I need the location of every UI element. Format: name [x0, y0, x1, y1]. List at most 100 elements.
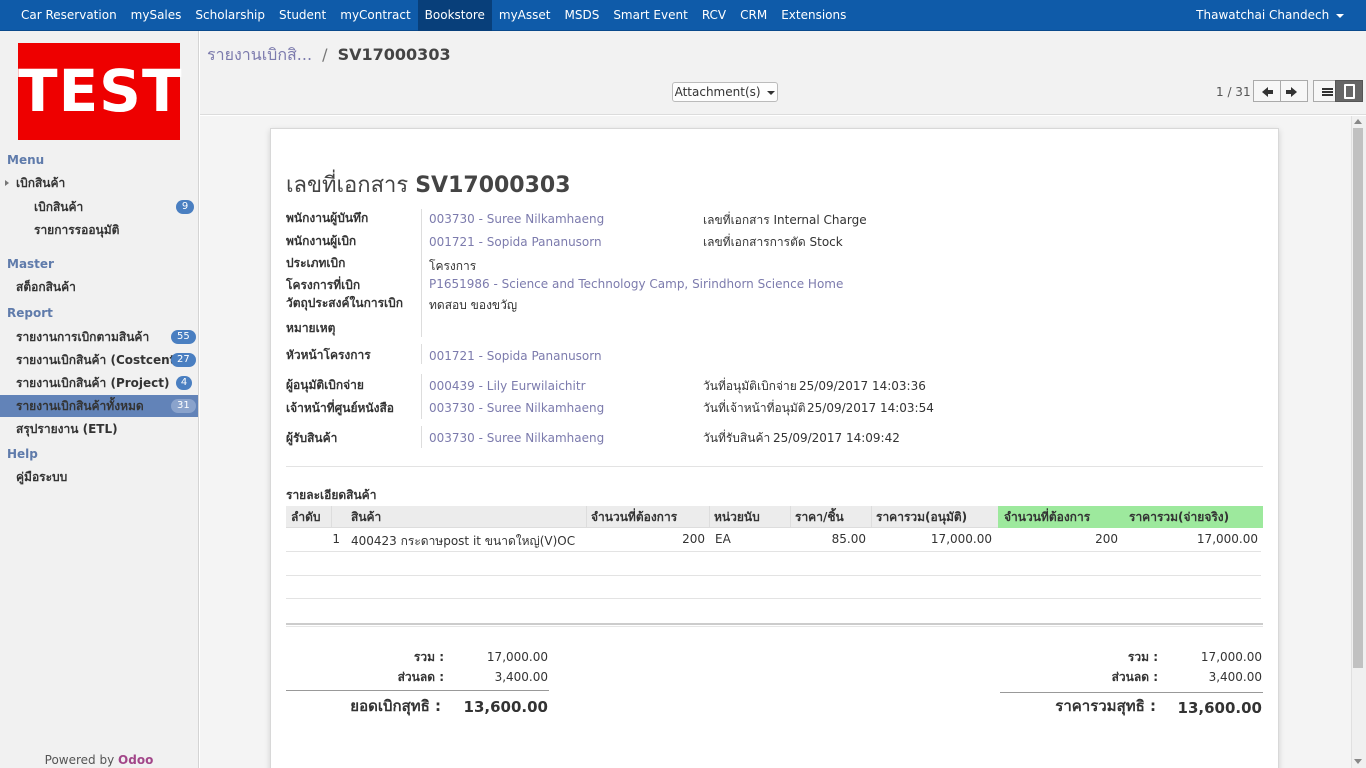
chevron-down-icon — [767, 90, 776, 95]
scroll-down-icon[interactable] — [1354, 759, 1362, 764]
column-divider — [586, 506, 587, 528]
logo-text: TEST — [18, 57, 183, 125]
column-header-total-approved[interactable]: ราคารวม(อนุมัติ) — [876, 506, 967, 528]
user-menu[interactable]: Thawatchai Chandech — [1196, 0, 1344, 31]
menu-student[interactable]: Student — [272, 0, 333, 31]
sidebar-item-stock[interactable]: สต็อกสินค้า — [0, 276, 198, 298]
field-divider — [421, 209, 422, 337]
approve-date-value: 25/09/2017 14:03:36 — [799, 379, 926, 393]
cell-qty: 200 — [682, 532, 705, 546]
receiver-label: ผู้รับสินค้า — [286, 431, 338, 445]
menu-smart-event[interactable]: Smart Event — [606, 0, 695, 31]
column-divider — [790, 506, 791, 528]
sidebar-item-report-all[interactable]: รายงานเบิกสินค้าทั้งหมด 31 — [0, 395, 198, 417]
cell-product: 400423 กระดาษpost it ขนาดใหญ่(V)OC — [351, 534, 576, 548]
attachments-dropdown[interactable]: Attachment(s) — [672, 82, 778, 102]
pager-next-button[interactable] — [1280, 80, 1308, 102]
sidebar-item-label: คู่มือระบบ — [16, 470, 68, 484]
menu-rcv[interactable]: RCV — [695, 0, 733, 31]
column-divider — [331, 506, 332, 528]
menu-mysales[interactable]: mySales — [124, 0, 189, 31]
requester-label: พนักงานผู้เบิก — [286, 234, 357, 248]
stock-doc-label: เลขที่เอกสารการตัด Stock — [703, 235, 843, 249]
recorder-link[interactable]: 003730 - Suree Nilkamhaeng — [429, 212, 604, 226]
menu-mycontract[interactable]: myContract — [333, 0, 417, 31]
menu-msds[interactable]: MSDS — [557, 0, 606, 31]
net-label: ยอดเบิกสุทธิ : — [350, 697, 441, 715]
sidebar-header-help: Help — [7, 447, 38, 461]
sum-label: รวม : — [413, 650, 444, 664]
menu-extensions[interactable]: Extensions — [774, 0, 853, 31]
sidebar-item-label: เบิกสินค้า — [16, 176, 66, 190]
net-actual-value: 13,600.00 — [1177, 699, 1262, 717]
column-header-qty[interactable]: จำนวนที่ต้องการ — [591, 506, 677, 528]
field-divider — [421, 374, 422, 419]
column-header-product[interactable]: สินค้า — [351, 506, 381, 528]
odoo-link[interactable]: Odoo — [118, 753, 153, 767]
section-divider — [286, 466, 1263, 467]
scrollbar-thumb[interactable] — [1353, 128, 1363, 668]
purpose-label: วัตถุประสงค์ในการเบิก — [286, 296, 404, 310]
user-name: Thawatchai Chandech — [1196, 8, 1330, 22]
lines-title: รายละเอียดสินค้า — [286, 488, 377, 502]
breadcrumb-separator: / — [322, 45, 328, 64]
count-badge: 31 — [171, 399, 196, 413]
menu-bookstore[interactable]: Bookstore — [417, 0, 492, 31]
column-header-seq[interactable]: ลำดับ — [291, 506, 321, 528]
column-header-price[interactable]: ราคา/ชิ้น — [795, 506, 844, 528]
net-actual-label: ราคารวมสุทธิ : — [1055, 697, 1156, 715]
company-logo[interactable]: TEST — [18, 43, 183, 140]
officer-label: เจ้าหน้าที่ศูนย์หนังสือ — [286, 401, 394, 415]
column-header-total-actual[interactable]: ราคารวม(จ่ายจริง) — [1129, 506, 1229, 528]
menu-myasset[interactable]: myAsset — [492, 0, 558, 31]
internal-charge-label: เลขที่เอกสาร Internal Charge — [703, 213, 867, 227]
project-link[interactable]: P1651986 - Science and Technology Camp, … — [429, 277, 843, 291]
approver-label: ผู้อนุมัติเบิกจ่าย — [286, 378, 364, 392]
column-header-uom[interactable]: หน่วยนับ — [714, 506, 760, 528]
cell-qty-actual: 200 — [1095, 532, 1118, 546]
row-divider — [286, 551, 1261, 552]
summary-divider — [1000, 692, 1263, 693]
note-label: หมายเหตุ — [286, 321, 336, 335]
sidebar-item-label: รายงานเบิกสินค้า (Costcenter) — [16, 353, 195, 367]
pager-previous-button[interactable] — [1253, 80, 1281, 102]
page-title: เลขที่เอกสาร SV17000303 — [286, 167, 571, 202]
sidebar: TEST Menu เบิกสินค้า เบิกสินค้า 9 รายการ… — [0, 31, 199, 768]
menu-scholarship[interactable]: Scholarship — [188, 0, 272, 31]
breadcrumb-parent[interactable]: รายงานเบิกสิ... — [207, 45, 312, 64]
sidebar-header-report: Report — [7, 306, 53, 320]
menu-car-reservation[interactable]: Car Reservation — [14, 0, 124, 31]
control-panel: รายงานเบิกสิ... / SV17000303 Attachment(… — [200, 31, 1366, 115]
column-header-qty-actual[interactable]: จำนวนที่ต้องการ — [1004, 506, 1090, 528]
sidebar-item-pending-approval[interactable]: รายการรออนุมัติ — [0, 219, 198, 241]
attachments-label: Attachment(s) — [674, 85, 761, 99]
pager-value[interactable]: 1 / 31 — [1216, 85, 1251, 99]
count-badge: 55 — [171, 330, 196, 344]
summary-divider — [286, 690, 549, 691]
sidebar-item-report-project[interactable]: รายงานเบิกสินค้า (Project) 4 — [0, 372, 198, 394]
form-view: เลขที่เอกสาร SV17000303 พนักงานผู้บันทึก… — [200, 116, 1351, 768]
sidebar-item-withdraw-parent[interactable]: เบิกสินค้า — [0, 172, 198, 194]
approver-link[interactable]: 000439 - Lily Eurwilaichitr — [429, 379, 586, 393]
sidebar-item-report-costcenter[interactable]: รายงานเบิกสินค้า (Costcenter) 27 — [0, 349, 198, 371]
cell-total-approved: 17,000.00 — [930, 532, 992, 546]
receiver-link[interactable]: 003730 - Suree Nilkamhaeng — [429, 431, 604, 445]
form-view-button[interactable] — [1335, 80, 1363, 102]
requester-link[interactable]: 001721 - Sopida Pananusorn — [429, 235, 602, 249]
sidebar-item-etl-summary[interactable]: สรุปรายงาน (ETL) — [0, 418, 198, 440]
sidebar-item-withdraw[interactable]: เบิกสินค้า 9 — [0, 196, 198, 218]
sidebar-item-manual[interactable]: คู่มือระบบ — [0, 466, 198, 488]
purpose-value: ทดสอบ ของขวัญ — [429, 298, 518, 312]
type-label: ประเภทเบิก — [286, 256, 346, 270]
sidebar-item-label: สต็อกสินค้า — [16, 280, 76, 294]
menu-crm[interactable]: CRM — [733, 0, 774, 31]
scroll-up-icon[interactable] — [1354, 119, 1362, 124]
column-divider — [871, 506, 872, 528]
receive-date-value: 25/09/2017 14:09:42 — [773, 431, 900, 445]
project-head-link[interactable]: 001721 - Sopida Pananusorn — [429, 349, 602, 363]
sidebar-item-label: รายการรออนุมัติ — [34, 223, 120, 237]
officer-link[interactable]: 003730 - Suree Nilkamhaeng — [429, 401, 604, 415]
arrow-right-icon — [1286, 87, 1297, 97]
net-value: 13,600.00 — [463, 698, 548, 716]
sidebar-item-report-by-product[interactable]: รายงานการเบิกตามสินค้า 55 — [0, 326, 198, 348]
